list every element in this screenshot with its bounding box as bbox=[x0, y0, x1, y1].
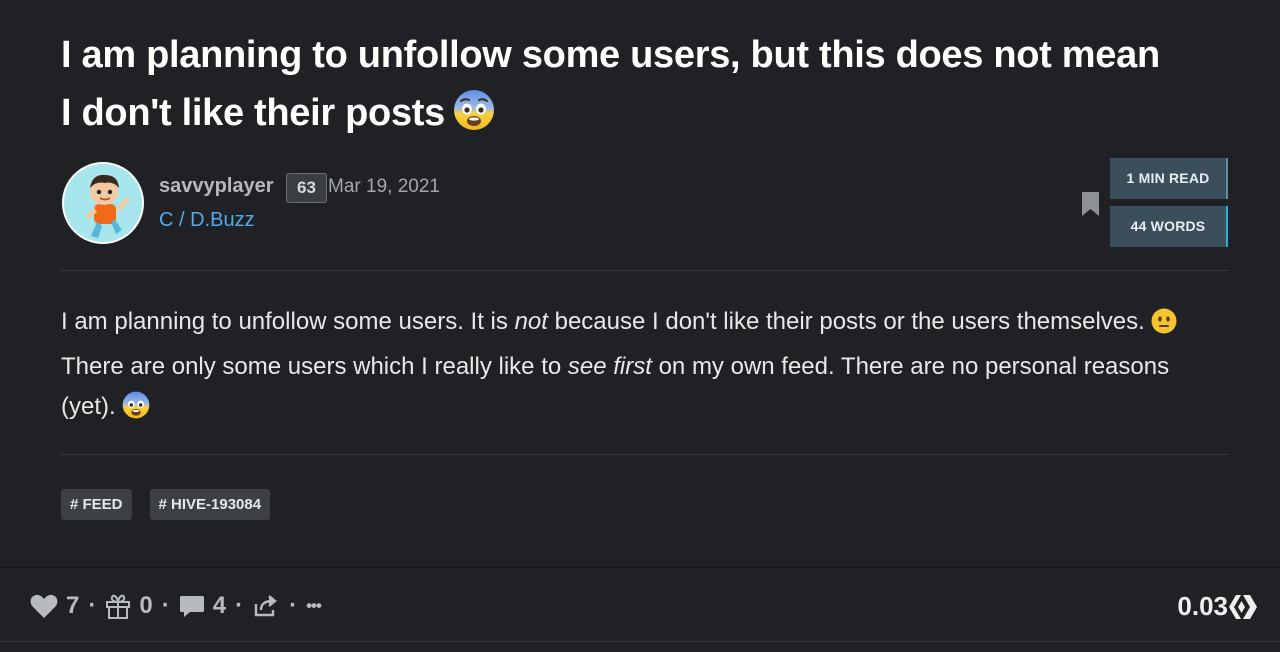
fearful-face-icon bbox=[453, 89, 495, 148]
heart-icon[interactable] bbox=[30, 593, 58, 619]
separator: · bbox=[289, 592, 298, 619]
bookmark-icon[interactable] bbox=[1082, 192, 1099, 216]
author-row: savvyplayer 63 Mar 19, 2021 C / D.Buzz 1… bbox=[61, 158, 1228, 250]
tag-list: # FEED # HIVE-193084 bbox=[61, 489, 271, 520]
tag-hive-193084[interactable]: # HIVE-193084 bbox=[149, 489, 271, 520]
header-divider bbox=[61, 270, 1228, 271]
post-title-text: I am planning to unfollow some users, bu… bbox=[61, 34, 1160, 134]
tag-feed[interactable]: # FEED bbox=[61, 489, 132, 520]
separator: · bbox=[235, 592, 244, 619]
word-count-badge: 44 WORDS bbox=[1110, 206, 1228, 247]
neutral-face-icon bbox=[1151, 307, 1177, 347]
post-body: I am planning to unfollow some users. It… bbox=[61, 302, 1221, 432]
separator: · bbox=[161, 592, 170, 619]
body-text-1: I am planning to unfollow some users. It… bbox=[61, 308, 515, 335]
avatar[interactable] bbox=[62, 162, 144, 244]
vote-count[interactable]: 7 bbox=[66, 592, 79, 620]
comment-icon[interactable] bbox=[179, 594, 205, 618]
body-text-2: because I don't like their posts or the … bbox=[547, 308, 1145, 335]
share-icon[interactable] bbox=[252, 594, 280, 618]
read-time-badge: 1 MIN READ bbox=[1110, 158, 1228, 199]
payout-value[interactable]: 0.03 bbox=[1177, 590, 1228, 622]
gift-count[interactable]: 0 bbox=[139, 592, 152, 620]
body-text-3: There are only some users which I really… bbox=[61, 353, 568, 380]
gift-icon[interactable] bbox=[105, 593, 131, 619]
hive-logo-icon bbox=[1228, 594, 1258, 625]
separator: · bbox=[88, 592, 97, 619]
post-title: I am planning to unfollow some users, bu… bbox=[61, 26, 1171, 148]
author-name[interactable]: savvyplayer bbox=[159, 174, 274, 198]
body-emphasis-2: see first bbox=[567, 353, 652, 380]
body-divider bbox=[61, 454, 1228, 455]
comment-count[interactable]: 4 bbox=[213, 592, 226, 620]
more-icon[interactable]: ••• bbox=[306, 596, 322, 616]
reputation-badge: 63 bbox=[286, 173, 327, 203]
body-emphasis-1: not bbox=[514, 308, 548, 335]
fearful-face-icon bbox=[122, 391, 150, 432]
post-actions: 7 · 0 · 4 · · ••• bbox=[30, 589, 322, 623]
post-date: Mar 19, 2021 bbox=[328, 176, 440, 197]
post-footer: 7 · 0 · 4 · · ••• 0.03 bbox=[0, 567, 1280, 642]
community-link[interactable]: C / D.Buzz bbox=[159, 208, 255, 232]
